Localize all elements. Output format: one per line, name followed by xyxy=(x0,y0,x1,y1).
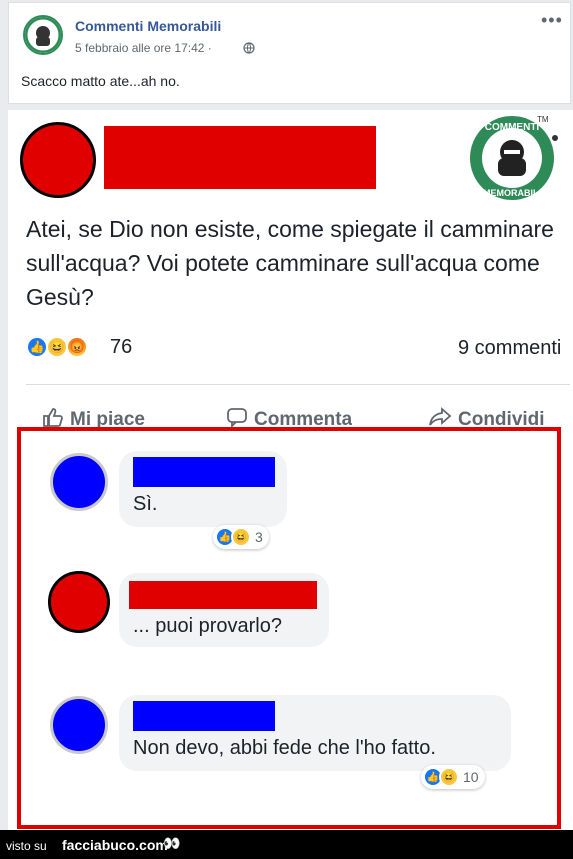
footer-brand: facciabuco.com xyxy=(62,837,168,853)
like-button[interactable]: Mi piace xyxy=(42,406,145,428)
share-button[interactable]: Condividi xyxy=(428,406,545,428)
comment-reactions[interactable]: 👍 😆 3 xyxy=(213,525,269,549)
page-logo-icon xyxy=(25,17,61,53)
like-reaction-icon: 👍 xyxy=(26,336,48,358)
op-name-redaction xyxy=(104,126,376,189)
comment-button[interactable]: Commenta xyxy=(226,406,352,428)
watermark-footer: visto su facciabuco.com 👀 xyxy=(0,830,573,859)
commenter-name-redaction xyxy=(133,457,275,487)
op-post-text: Atei, se Dio non esiste, come spiegate i… xyxy=(26,216,554,310)
online-dot xyxy=(552,135,558,141)
share-icon xyxy=(429,407,452,426)
highlighted-comments-frame: Sì. 👍 😆 3 ... puoi provarlo? Non devo, a… xyxy=(17,427,561,829)
eyes-icon: 👀 xyxy=(163,835,181,851)
commenter-avatar-redacted xyxy=(50,453,108,511)
comment-icon xyxy=(227,408,247,428)
comment-reactions[interactable]: 👍 😆 10 xyxy=(421,765,485,789)
share-button-label: Condividi xyxy=(458,409,545,428)
divider xyxy=(26,384,570,385)
thumbs-up-icon xyxy=(43,408,63,427)
like-button-label: Mi piace xyxy=(70,409,145,428)
page-name-link[interactable]: Commenti Memorabili xyxy=(75,18,221,34)
footer-prefix: visto su xyxy=(6,839,47,853)
more-options-icon[interactable]: ••• xyxy=(541,10,563,31)
comment-reaction-count: 3 xyxy=(255,529,263,545)
commenter-avatar-redacted xyxy=(50,696,108,754)
haha-reaction-icon: 😆 xyxy=(46,336,68,358)
comment-button-label: Commenta xyxy=(254,409,353,428)
post-caption: Scacco matto ate...ah no. xyxy=(21,73,180,89)
commenter-name-redaction xyxy=(133,701,275,731)
comment-text: ... puoi provarlo? xyxy=(133,615,282,637)
haha-reaction-icon: 😆 xyxy=(439,767,459,787)
op-avatar-redacted xyxy=(20,122,96,198)
comment-count-link[interactable]: 9 commenti xyxy=(458,337,561,360)
comment-text: Non devo, abbi fede che l'ho fatto. xyxy=(133,737,436,759)
globe-icon xyxy=(243,42,255,54)
logo-text-top: COMMENTI xyxy=(485,122,540,133)
logo-text-bottom: MEMORABILI xyxy=(483,188,541,198)
post-timestamp[interactable]: 5 febbraio alle ore 17:42 · xyxy=(75,41,212,55)
comment-reaction-count: 10 xyxy=(463,769,479,785)
reaction-count: 76 xyxy=(110,336,133,358)
commenter-avatar-redacted xyxy=(48,571,110,633)
commenter-name-redaction xyxy=(129,581,317,609)
trademark-mark: TM xyxy=(537,115,549,124)
haha-reaction-icon: 😆 xyxy=(231,527,251,547)
page-avatar[interactable] xyxy=(23,15,63,55)
angry-reaction-icon: 😡 xyxy=(66,336,88,358)
comment-text: Sì. xyxy=(133,493,158,515)
